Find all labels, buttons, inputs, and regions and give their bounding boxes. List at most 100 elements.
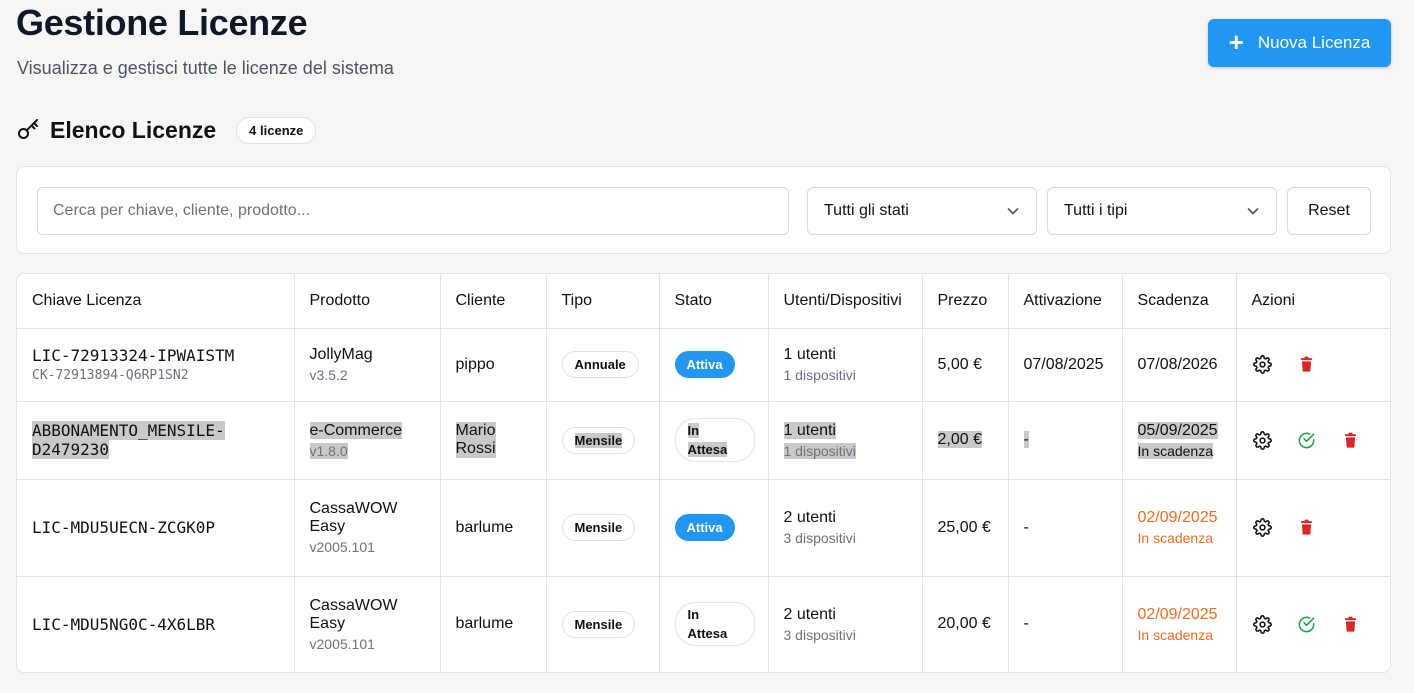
expiry-date: 05/09/2025: [1137, 421, 1218, 439]
status-line: In: [687, 607, 700, 623]
column-header[interactable]: Attivazione: [1008, 274, 1123, 329]
client-name: Mario Rossi: [455, 422, 496, 458]
devices-count: 1 dispositivi: [783, 367, 856, 383]
product-version: v1.8.0: [309, 442, 348, 459]
product-version: v3.5.2: [309, 367, 348, 383]
price: 20,00 €: [937, 615, 991, 633]
column-header[interactable]: Utenti/Dispositivi: [768, 274, 923, 329]
devices-count: 3 dispositivi: [783, 626, 856, 643]
column-header[interactable]: Scadenza: [1122, 274, 1237, 329]
product-name-line: Easy: [309, 614, 346, 632]
settings-icon[interactable]: [1252, 429, 1274, 451]
activation-date: -: [1023, 431, 1029, 448]
users-count: 2 utenti: [783, 509, 836, 526]
status-filter-value: Tutti gli stati: [824, 202, 909, 219]
section-title: Elenco Licenze: [50, 116, 217, 143]
status-badge: Attiva: [674, 351, 735, 378]
trash-icon[interactable]: [1296, 354, 1318, 376]
table-row[interactable]: LIC-72913324-IPWAISTM CK-72913894-Q6RP1S…: [17, 328, 1390, 402]
table-row[interactable]: ABBONAMENTO_MENSILE- D2479230 e-Commerce…: [17, 401, 1390, 480]
activation-date: 07/08/2025: [1023, 355, 1104, 373]
devices-count: 1 dispositivi: [783, 442, 856, 459]
column-header[interactable]: Tipo: [546, 274, 660, 329]
row-actions: [1252, 517, 1378, 539]
license-key: LIC-MDU5UECN-ZCGK0P: [32, 518, 216, 537]
page-title: Gestione Licenze: [16, 2, 308, 43]
expiry-note: In scadenza: [1137, 626, 1214, 643]
column-header: Azioni: [1236, 274, 1390, 329]
product-name-line: CassaWOW: [309, 500, 398, 517]
trash-icon[interactable]: [1296, 517, 1318, 539]
license-key: LIC-MDU5NG0C-4X6LBR: [32, 614, 216, 634]
devices-count: 3 dispositivi: [783, 530, 856, 546]
license-client-key: CK-72913894-Q6RP1SN2: [32, 368, 189, 383]
filter-bar: Tutti gli stati Tutti i tipi Reset: [16, 166, 1391, 254]
license-count-badge: 4 licenze: [236, 116, 317, 144]
page-subtitle: Visualizza e gestisci tutte le licenze d…: [17, 58, 394, 78]
plus-icon: +: [1228, 27, 1244, 57]
settings-icon[interactable]: [1252, 517, 1274, 539]
section-header: Elenco Licenze 4 licenze: [16, 113, 317, 147]
product-name-line: CassaWOW: [309, 596, 398, 614]
chevron-down-icon: [1247, 208, 1259, 215]
status-filter-select[interactable]: Tutti gli stati: [807, 187, 1037, 235]
price: 5,00 €: [937, 355, 982, 373]
new-license-button[interactable]: + Nuova Licenza: [1208, 19, 1391, 67]
type-filter-value: Tutti i tipi: [1064, 202, 1128, 219]
client-name: pippo: [455, 355, 495, 373]
search-input[interactable]: [37, 187, 789, 235]
type-badge: Mensile: [561, 514, 636, 541]
trash-icon[interactable]: [1340, 613, 1362, 635]
row-actions: [1252, 613, 1378, 635]
status-line: In: [687, 423, 700, 438]
license-key: LIC-72913324-IPWAISTM: [32, 346, 235, 365]
product-version: v2005.101: [309, 635, 375, 652]
activate-check-icon[interactable]: [1296, 613, 1318, 635]
license-key: ABBONAMENTO_MENSILE- D2479230: [32, 421, 279, 459]
client-name: barlume: [455, 615, 514, 633]
type-badge-label: Mensile: [574, 432, 623, 448]
product-name: CassaWOW Easy: [310, 597, 425, 633]
client-name-line: Mario: [455, 422, 496, 439]
column-header[interactable]: Prodotto: [294, 274, 441, 329]
status-line: Attesa: [687, 442, 728, 457]
column-header[interactable]: Chiave Licenza: [17, 274, 295, 329]
column-header[interactable]: Cliente: [440, 274, 547, 329]
activation-date: -: [1023, 518, 1029, 536]
settings-icon[interactable]: [1252, 354, 1274, 376]
product-name-line: Easy: [309, 518, 346, 535]
expiry-note: In scadenza: [1137, 530, 1214, 546]
users-count: 2 utenti: [783, 605, 836, 623]
expiry-date: 07/08/2026: [1137, 355, 1218, 373]
table-row[interactable]: LIC-MDU5UECN-ZCGK0P CassaWOW Easy v2005.…: [17, 479, 1390, 577]
table-header-row: Chiave Licenza Prodotto Cliente Tipo Sta…: [17, 274, 1390, 329]
column-header[interactable]: Stato: [659, 274, 769, 329]
licenses-table: Chiave Licenza Prodotto Cliente Tipo Sta…: [17, 274, 1390, 672]
price: 2,00 €: [937, 431, 982, 448]
users-count: 1 utenti: [783, 421, 836, 439]
license-key-line: ABBONAMENTO_MENSILE-: [32, 421, 225, 440]
column-header[interactable]: Prezzo: [922, 274, 1009, 329]
status-line: Attesa: [687, 626, 728, 642]
expiry-date: 02/09/2025: [1137, 509, 1218, 526]
table-row[interactable]: LIC-MDU5NG0C-4X6LBR CassaWOW Easy v2005.…: [17, 576, 1390, 672]
expiry-note: In scadenza: [1137, 442, 1213, 459]
product-name: CassaWOW Easy: [310, 500, 425, 536]
trash-icon[interactable]: [1340, 429, 1362, 451]
expiry-date: 02/09/2025: [1137, 605, 1218, 623]
new-license-label: Nuova Licenza: [1257, 33, 1371, 52]
type-filter-select[interactable]: Tutti i tipi: [1047, 187, 1277, 235]
key-icon: [18, 119, 38, 139]
row-actions: [1252, 354, 1378, 376]
reset-button[interactable]: Reset: [1287, 187, 1371, 235]
product-name: JollyMag: [309, 346, 373, 363]
product-name: e-Commerce: [309, 421, 402, 439]
activate-check-icon[interactable]: [1296, 429, 1318, 451]
price: 25,00 €: [937, 518, 991, 536]
settings-icon[interactable]: [1252, 613, 1274, 635]
status-badge: In Attesa: [674, 602, 755, 647]
product-version: v2005.101: [309, 539, 375, 555]
users-count: 1 utenti: [783, 346, 836, 363]
status-badge: In Attesa: [674, 418, 755, 462]
chevron-down-icon: [1007, 208, 1019, 215]
